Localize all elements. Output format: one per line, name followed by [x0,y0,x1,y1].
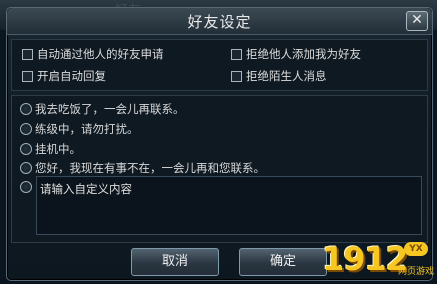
watermark-number: 1912 [322,240,408,278]
option-enable-auto-reply[interactable]: 开启自动回复 [22,68,106,84]
auto-reply-option[interactable]: 您好，我现在有事不在，一会儿再和您联系。 [20,160,265,176]
auto-reply-label: 您好，我现在有事不在，一会儿再和您联系。 [35,161,265,175]
watermark-badge: YX [404,242,428,256]
dialog-titlebar: 好友设定 ✕ [7,8,432,35]
auto-reply-label: 挂机中。 [35,142,81,156]
options-panel: 自动通过他人的好友申请 拒绝他人添加我为好友 开启自动回复 拒绝陌生人消息 [11,39,428,91]
option-label: 开启自动回复 [37,69,106,83]
checkbox-reject-friend[interactable] [231,48,242,60]
close-button[interactable]: ✕ [406,11,428,31]
auto-reply-label: 我去吃饭了，一会儿再联系。 [35,102,185,116]
radio-button[interactable] [20,123,32,135]
option-label: 拒绝他人添加我为好友 [246,47,361,61]
checkbox-auto-accept[interactable] [22,48,33,60]
radio-button[interactable] [20,181,32,193]
option-label: 拒绝陌生人消息 [246,69,327,83]
auto-reply-label: 练级中，请勿打扰。 [35,122,139,136]
watermark-subtitle: 网页游戏 [398,267,435,277]
custom-reply-input[interactable] [36,176,422,235]
custom-reply-option[interactable] [20,179,35,195]
auto-reply-option[interactable]: 挂机中。 [20,141,81,157]
auto-reply-option[interactable]: 我去吃饭了，一会儿再联系。 [20,101,185,117]
option-reject-stranger-messages[interactable]: 拒绝陌生人消息 [231,68,327,84]
option-reject-friend-requests[interactable]: 拒绝他人添加我为好友 [231,46,361,62]
radio-button[interactable] [20,162,32,174]
checkbox-auto-reply[interactable] [22,70,33,82]
dialog-title: 好友设定 [187,13,252,31]
checkbox-reject-stranger[interactable] [231,70,242,82]
radio-button[interactable] [20,143,32,155]
auto-reply-option[interactable]: 练级中，请勿打扰。 [20,121,139,137]
site-watermark-logo: 1912 YX 网页游戏 [322,240,434,282]
option-auto-accept-friend[interactable]: 自动通过他人的好友申请 [22,46,164,62]
radio-button[interactable] [20,103,32,115]
option-label: 自动通过他人的好友申请 [37,47,164,61]
cancel-button[interactable]: 取消 [131,248,219,276]
confirm-button[interactable]: 确定 [239,248,327,276]
auto-reply-panel: 我去吃饭了，一会儿再联系。 练级中，请勿打扰。 挂机中。 您好，我现在有事不在，… [11,95,428,243]
